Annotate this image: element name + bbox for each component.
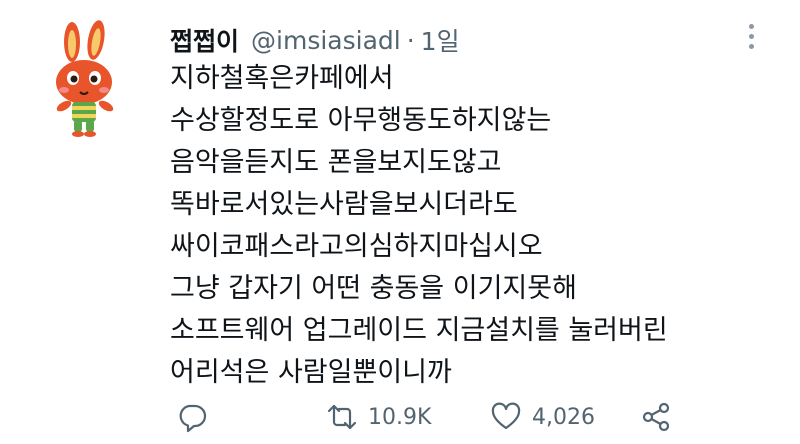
more-dot (748, 23, 754, 29)
avatar[interactable] (50, 20, 122, 140)
retweet-count: 10.9K (368, 404, 432, 430)
tweet-line: 싸이코패스라고의심하지마십시오 (170, 231, 543, 262)
user-handle[interactable]: @imsiasiadl (251, 26, 401, 55)
tweet-line: 그냥 갑자기 어떤 충동을 이기지못해 (170, 273, 577, 304)
tweet-line: 어리석은 사람일뿐이니까 (170, 357, 452, 388)
reply-icon (179, 404, 207, 433)
retweet-icon (327, 404, 357, 430)
tweet-line: 음악을듣지도 폰을보지도않고 (170, 147, 502, 178)
tweet-line: 수상할정도로 아무행동도하지않는 (170, 105, 552, 136)
tweet-line: 소프트웨어 업그레이드 지금설치를 눌러버린 (170, 315, 668, 346)
display-name[interactable]: 쩝쩝이 (170, 22, 239, 58)
rabbit-avatar-icon (56, 20, 114, 137)
separator-dot: · (406, 25, 415, 55)
more-dot (748, 33, 754, 39)
more-dot (748, 43, 754, 49)
reply-button[interactable] (176, 396, 208, 438)
share-button[interactable] (640, 396, 672, 438)
timestamp[interactable]: 1일 (421, 22, 460, 58)
like-button[interactable]: 4,026 (490, 396, 595, 438)
like-count: 4,026 (532, 404, 595, 430)
action-bar: 10.9K 4,026 (170, 396, 730, 438)
retweet-button[interactable]: 10.9K (326, 396, 431, 438)
tweet-line: 지하철혹은카페에서 (170, 63, 394, 94)
tweet-text: 지하철혹은카페에서 수상할정도로 아무행동도하지않는 음악을듣지도 폰을보지도않… (170, 58, 770, 394)
more-options-button[interactable] (742, 18, 760, 54)
tweet-card: 쩝쩝이 @imsiasiadl · 1일 지하철혹은카페에서 수상할정도로 아무… (0, 0, 800, 444)
tweet-line: 똑바로서있는사람을보시더라도 (170, 189, 518, 220)
share-icon (642, 402, 670, 432)
tweet-header: 쩝쩝이 @imsiasiadl · 1일 (170, 22, 460, 58)
heart-icon (491, 402, 521, 430)
